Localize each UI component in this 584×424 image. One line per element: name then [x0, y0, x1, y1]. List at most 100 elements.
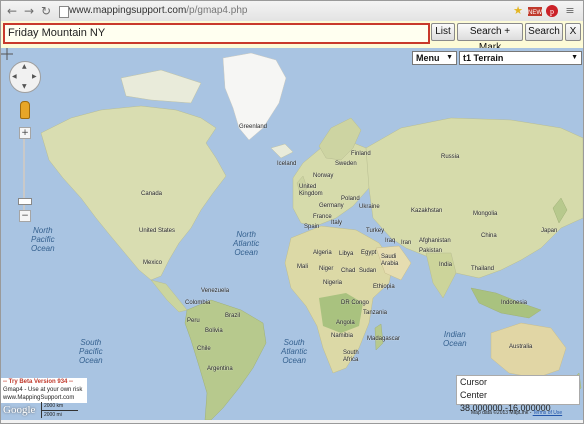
pan-up-icon[interactable]: ▲: [22, 63, 27, 70]
list-button[interactable]: List: [431, 23, 455, 41]
svg-text:p: p: [550, 7, 554, 16]
map-label-afghanistan: Afghanistan: [419, 238, 451, 244]
zoom-slider-handle[interactable]: [18, 198, 32, 205]
map-label-mali: Mali: [297, 264, 309, 270]
map-label-saudi-arabia: Saudi Arabia: [381, 254, 399, 267]
map-label-spain: Spain: [304, 224, 320, 230]
zoom-in-button[interactable]: +: [19, 127, 31, 139]
map-label-poland: Poland: [341, 196, 360, 202]
map-label-niger: Niger: [319, 266, 334, 272]
map-label-sweden: Sweden: [335, 161, 357, 167]
map-label-russia: Russia: [441, 154, 460, 160]
pan-left-icon[interactable]: ◀: [12, 73, 17, 80]
forward-arrow-icon[interactable]: →: [21, 3, 37, 19]
map-label-venezuela: Venezuela: [201, 288, 230, 294]
map-label-nigeria: Nigeria: [323, 280, 343, 286]
url-path: /p/gmap4.php: [186, 5, 248, 16]
map-type-label: t1 Terrain: [463, 53, 504, 63]
map-label-china: China: [481, 233, 497, 239]
map-label-tanzania: Tanzania: [363, 310, 388, 316]
chevron-down-icon: ▼: [446, 54, 453, 61]
terms-of-use-link[interactable]: Terms of Use: [533, 410, 562, 416]
pinterest-icon[interactable]: p: [545, 4, 559, 18]
ocean-label-south-pacific: South Pacific Ocean: [79, 338, 103, 365]
map-label-norway: Norway: [313, 173, 334, 179]
page-icon: [59, 6, 69, 18]
pan-control[interactable]: ▲ ▼ ◀ ▶: [9, 61, 41, 93]
scale-bar: 2000 km 2000 mi: [41, 402, 78, 418]
map-label-namibia: Namibia: [331, 333, 354, 339]
search-input[interactable]: Friday Mountain NY: [3, 23, 430, 44]
gmap-toolbar: Friday Mountain NY List Search + Mark Se…: [1, 21, 583, 53]
map-label-turkey: Turkey: [366, 228, 385, 234]
map-label-algeria: Algeria: [313, 250, 332, 256]
zoom-out-button[interactable]: −: [19, 210, 31, 222]
map-type-dropdown[interactable]: t1 Terrain ▼: [459, 51, 582, 65]
scale-km: 2000 km: [42, 402, 78, 411]
map-label-united-states: United States: [139, 228, 176, 234]
reload-icon[interactable]: ↻: [38, 3, 54, 19]
map-label-argentina: Argentina: [207, 366, 233, 372]
map-label-pakistan: Pakistan: [419, 248, 443, 254]
map-label-bolivia: Bolivia: [205, 328, 223, 334]
wrench-icon[interactable]: ≡: [563, 4, 577, 18]
map-label-thailand: Thailand: [471, 266, 495, 272]
map-label-peru: Peru: [187, 318, 200, 324]
map-label-brazil: Brazil: [225, 313, 241, 319]
close-button[interactable]: X: [565, 23, 581, 41]
pan-down-icon[interactable]: ▼: [22, 83, 27, 90]
address-bar[interactable]: www.mappingsupport.com/p/gmap4.php: [69, 3, 247, 19]
map-label-japan: Japan: [541, 228, 558, 234]
browser-toolbar: ← → ↻ www.mappingsupport.com/p/gmap4.php…: [1, 1, 583, 22]
map-label-chad: Chad: [341, 268, 356, 274]
map-label-mongolia: Mongolia: [473, 211, 498, 217]
google-logo[interactable]: Google: [3, 404, 35, 416]
attribution-text: Map data ©2013 MapLink -: [471, 410, 533, 416]
map-label-mexico: Mexico: [143, 260, 163, 266]
chevron-down-icon: ▼: [571, 54, 578, 61]
search-button[interactable]: Search: [525, 23, 563, 41]
map-label-sudan: Sudan: [359, 268, 377, 274]
map-label-iceland: Iceland: [277, 161, 297, 167]
map-label-indonesia: Indonesia: [501, 300, 528, 306]
star-icon[interactable]: ★: [511, 4, 525, 18]
map-label-ethiopia: Ethiopia: [373, 284, 395, 290]
menu-dropdown[interactable]: Menu ▼: [412, 51, 457, 65]
map-label-kazakhstan: Kazakhstan: [411, 208, 443, 214]
map-label-italy: Italy: [331, 220, 343, 226]
scale-mi: 2000 mi: [44, 412, 62, 418]
beta-line2[interactable]: www.MappingSupport.com: [3, 394, 87, 402]
map-label-germany: Germany: [319, 203, 344, 209]
map-label-iraq: Iraq: [385, 238, 396, 244]
url-host: www.mappingsupport.com: [69, 5, 187, 16]
map-label-united-kingdom: United Kingdom: [299, 184, 323, 197]
map-label-chile: Chile: [197, 346, 211, 352]
map-label-colombia: Colombia: [185, 300, 211, 306]
map-label-angola: Angola: [336, 320, 355, 326]
ocean-label-south-atlantic: South Atlantic Ocean: [281, 338, 308, 365]
pan-right-icon[interactable]: ▶: [32, 73, 37, 80]
map-label-madagascar: Madagascar: [367, 336, 401, 342]
ocean-label-north-atlantic: North Atlantic Ocean: [233, 230, 260, 257]
map-label-egypt: Egypt: [361, 250, 377, 256]
beta-notice: -- Try Beta Version 934 -- Gmap4 - Use a…: [1, 378, 87, 403]
map-label-australia: Australia: [509, 344, 533, 350]
map-label-ukraine: Ukraine: [359, 204, 380, 210]
map-label-libya: Libya: [339, 251, 354, 257]
search-mark-button[interactable]: Search + Mark: [457, 23, 523, 53]
map-label-france: France: [313, 214, 332, 220]
back-arrow-icon[interactable]: ←: [4, 3, 20, 19]
new-badge-icon[interactable]: NEW: [527, 4, 543, 18]
beta-title[interactable]: -- Try Beta Version 934 --: [3, 378, 87, 386]
map-label-dr-congo: DR Congo: [341, 300, 370, 306]
map-label-canada: Canada: [141, 191, 163, 197]
map-label-south-africa: South Africa: [343, 350, 359, 363]
pegman-icon[interactable]: [20, 101, 30, 119]
map-label-iran: Iran: [401, 240, 412, 246]
map-canvas[interactable]: North Pacific Ocean North Atlantic Ocean…: [1, 48, 583, 423]
map-label-india: India: [439, 262, 453, 268]
cursor-info-box: Cursor Center 38.000000,-16.000000: [456, 375, 580, 413]
browser-window: ← → ↻ www.mappingsupport.com/p/gmap4.php…: [0, 0, 584, 424]
ocean-label-north-pacific: North Pacific Ocean: [31, 226, 55, 253]
crosshair-icon: [1, 48, 13, 60]
